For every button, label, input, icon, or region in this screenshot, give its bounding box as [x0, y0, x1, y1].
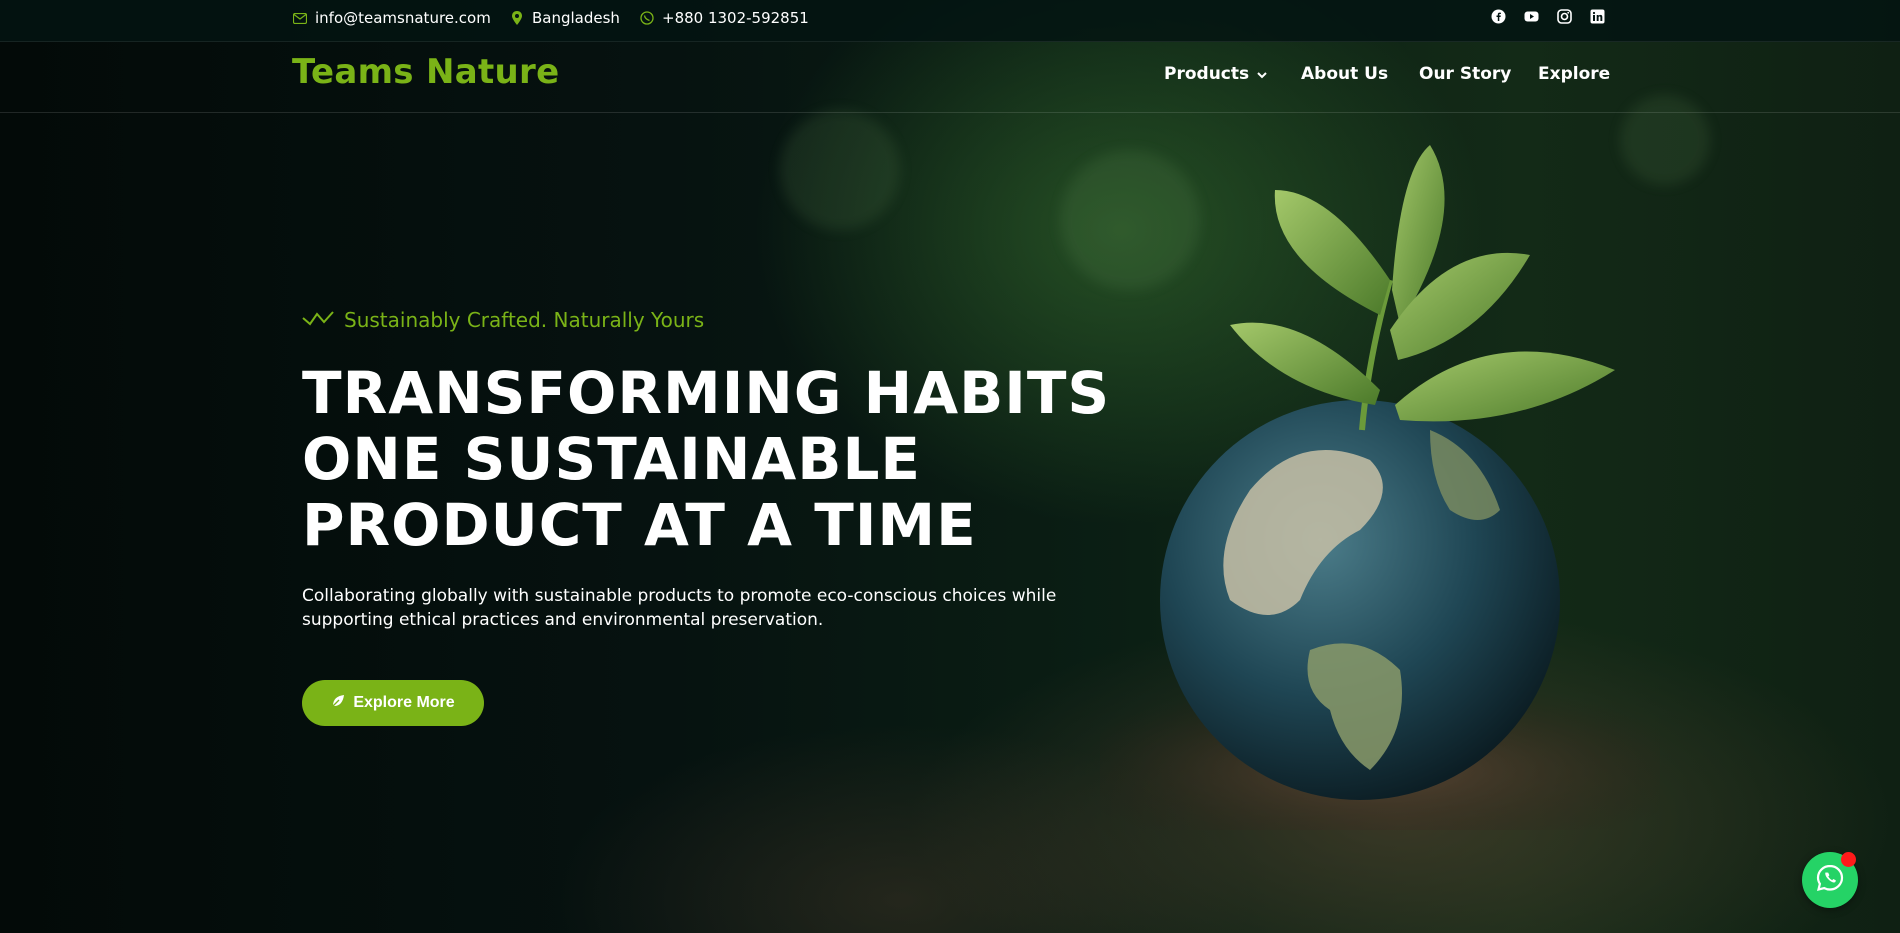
- cta-label: Explore More: [353, 694, 455, 711]
- map-pin-icon: [510, 11, 524, 25]
- globe-plant-image: [1100, 145, 1660, 830]
- chevron-down-icon: [1257, 64, 1267, 84]
- tagline-text: Sustainably Crafted. Naturally Yours: [344, 308, 705, 332]
- hero-description: Collaborating globally with sustainable …: [302, 586, 1057, 630]
- location-contact: Bangladesh: [510, 0, 620, 36]
- nav-item-explore[interactable]: Explore: [1538, 64, 1610, 84]
- youtube-icon[interactable]: [1524, 9, 1539, 24]
- leaf-icon: [331, 694, 345, 713]
- nav-label: Products: [1164, 64, 1250, 84]
- notification-dot: [1841, 852, 1856, 867]
- nav-label: Our Story: [1419, 64, 1512, 84]
- nav-item-about-us[interactable]: About Us: [1301, 64, 1388, 84]
- nav-label: Explore: [1538, 64, 1611, 84]
- site-logo[interactable]: Teams Nature: [292, 52, 559, 92]
- nav-item-our-story[interactable]: Our Story: [1419, 64, 1511, 84]
- hero-tagline: Sustainably Crafted. Naturally Yours: [302, 308, 704, 332]
- hero-headline: TRANSFORMING HABITS ONE SUSTAINABLE PROD…: [302, 359, 1111, 559]
- nav-item-products[interactable]: Products: [1164, 64, 1267, 84]
- explore-more-button[interactable]: Explore More: [302, 680, 484, 726]
- facebook-icon[interactable]: [1491, 9, 1506, 24]
- headline-line: ONE SUSTAINABLE: [302, 425, 922, 493]
- linkedin-icon[interactable]: [1590, 9, 1605, 24]
- instagram-icon[interactable]: [1557, 9, 1572, 24]
- top-bar: info@teamsnature.com Bangladesh +880 130…: [0, 0, 1900, 42]
- location-text: Bangladesh: [532, 9, 620, 27]
- headline-line: TRANSFORMING HABITS: [302, 359, 1111, 427]
- phone-contact[interactable]: +880 1302-592851: [640, 0, 809, 36]
- email-text: info@teamsnature.com: [315, 9, 491, 27]
- mail-icon: [293, 11, 307, 25]
- nav-label: About Us: [1301, 64, 1389, 84]
- whatsapp-icon: [1815, 863, 1845, 897]
- main-header: Teams Nature Products About Us Our Story…: [0, 42, 1900, 113]
- email-contact[interactable]: info@teamsnature.com: [293, 0, 491, 36]
- zigzag-icon: [302, 310, 334, 330]
- phone-text: +880 1302-592851: [662, 9, 809, 27]
- whatsapp-icon: [640, 11, 654, 25]
- headline-line: PRODUCT AT A TIME: [302, 491, 977, 559]
- bokeh-light: [780, 110, 900, 230]
